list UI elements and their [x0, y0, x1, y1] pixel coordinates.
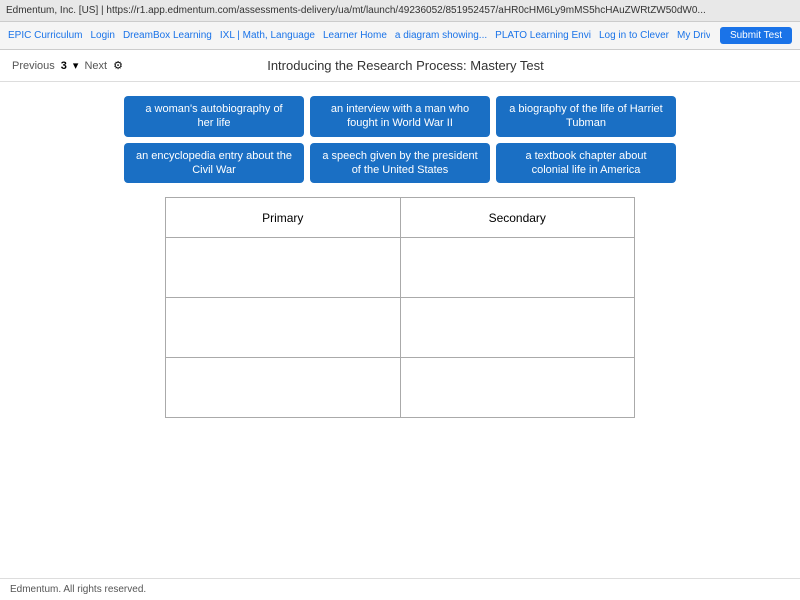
page-number: 3 — [61, 60, 67, 72]
drag-item-5[interactable]: a speech given by the president of the U… — [310, 143, 490, 184]
nav-tab-bar: EPIC Curriculum Login DreamBox Learning … — [0, 22, 800, 50]
browser-url: Edmentum, Inc. [US] | https://r1.app.edm… — [6, 5, 706, 16]
table-cell-primary-3[interactable] — [166, 358, 401, 418]
page-title: Introducing the Research Process: Master… — [267, 58, 544, 73]
nav-controls: Previous 3 ▾ Next ⚙ — [12, 59, 123, 72]
footer: Edmentum. All rights reserved. — [0, 578, 800, 600]
main-content: a woman's autobiography of her life an i… — [0, 82, 800, 578]
table-cell-primary-2[interactable] — [166, 298, 401, 358]
nav-drive[interactable]: My Drive - — [677, 30, 710, 41]
drag-item-4[interactable]: an encyclopedia entry about the Civil Wa… — [124, 143, 304, 184]
nav-diagram[interactable]: a diagram showing... — [395, 30, 487, 41]
table-cell-secondary-2[interactable] — [400, 298, 635, 358]
nav-links: EPIC Curriculum Login DreamBox Learning … — [8, 30, 710, 41]
nav-plato[interactable]: PLATO Learning Envi — [495, 30, 591, 41]
browser-bar: Edmentum, Inc. [US] | https://r1.app.edm… — [0, 0, 800, 22]
submit-test-button[interactable]: Submit Test — [720, 27, 792, 44]
nav-ixl[interactable]: IXL | Math, Language — [220, 30, 315, 41]
drag-item-3[interactable]: a biography of the life of Harriet Tubma… — [496, 96, 676, 137]
drag-item-1[interactable]: a woman's autobiography of her life — [124, 96, 304, 137]
drag-items-area: a woman's autobiography of her life an i… — [20, 96, 780, 183]
drag-item-2[interactable]: an interview with a man who fought in Wo… — [310, 96, 490, 137]
table-row — [166, 238, 635, 298]
previous-button[interactable]: Previous — [12, 60, 55, 72]
page-header: Previous 3 ▾ Next ⚙ Introducing the Rese… — [0, 50, 800, 82]
nav-learner[interactable]: Learner Home — [323, 30, 387, 41]
settings-icon[interactable]: ⚙ — [113, 59, 123, 72]
nav-clever[interactable]: Log in to Clever — [599, 30, 669, 41]
drag-item-6[interactable]: a textbook chapter about colonial life i… — [496, 143, 676, 184]
sort-table: Primary Secondary — [165, 197, 635, 418]
next-button[interactable]: Next — [84, 60, 107, 72]
col-primary-header: Primary — [166, 198, 401, 238]
table-cell-secondary-3[interactable] — [400, 358, 635, 418]
table-row — [166, 298, 635, 358]
table-row — [166, 358, 635, 418]
nav-epic[interactable]: EPIC Curriculum — [8, 30, 82, 41]
footer-text: Edmentum. All rights reserved. — [10, 584, 146, 595]
nav-dreambox[interactable]: DreamBox Learning — [123, 30, 212, 41]
table-cell-primary-1[interactable] — [166, 238, 401, 298]
col-secondary-header: Secondary — [400, 198, 635, 238]
nav-login[interactable]: Login — [90, 30, 114, 41]
table-cell-secondary-1[interactable] — [400, 238, 635, 298]
page-number-icon: ▾ — [73, 59, 79, 72]
